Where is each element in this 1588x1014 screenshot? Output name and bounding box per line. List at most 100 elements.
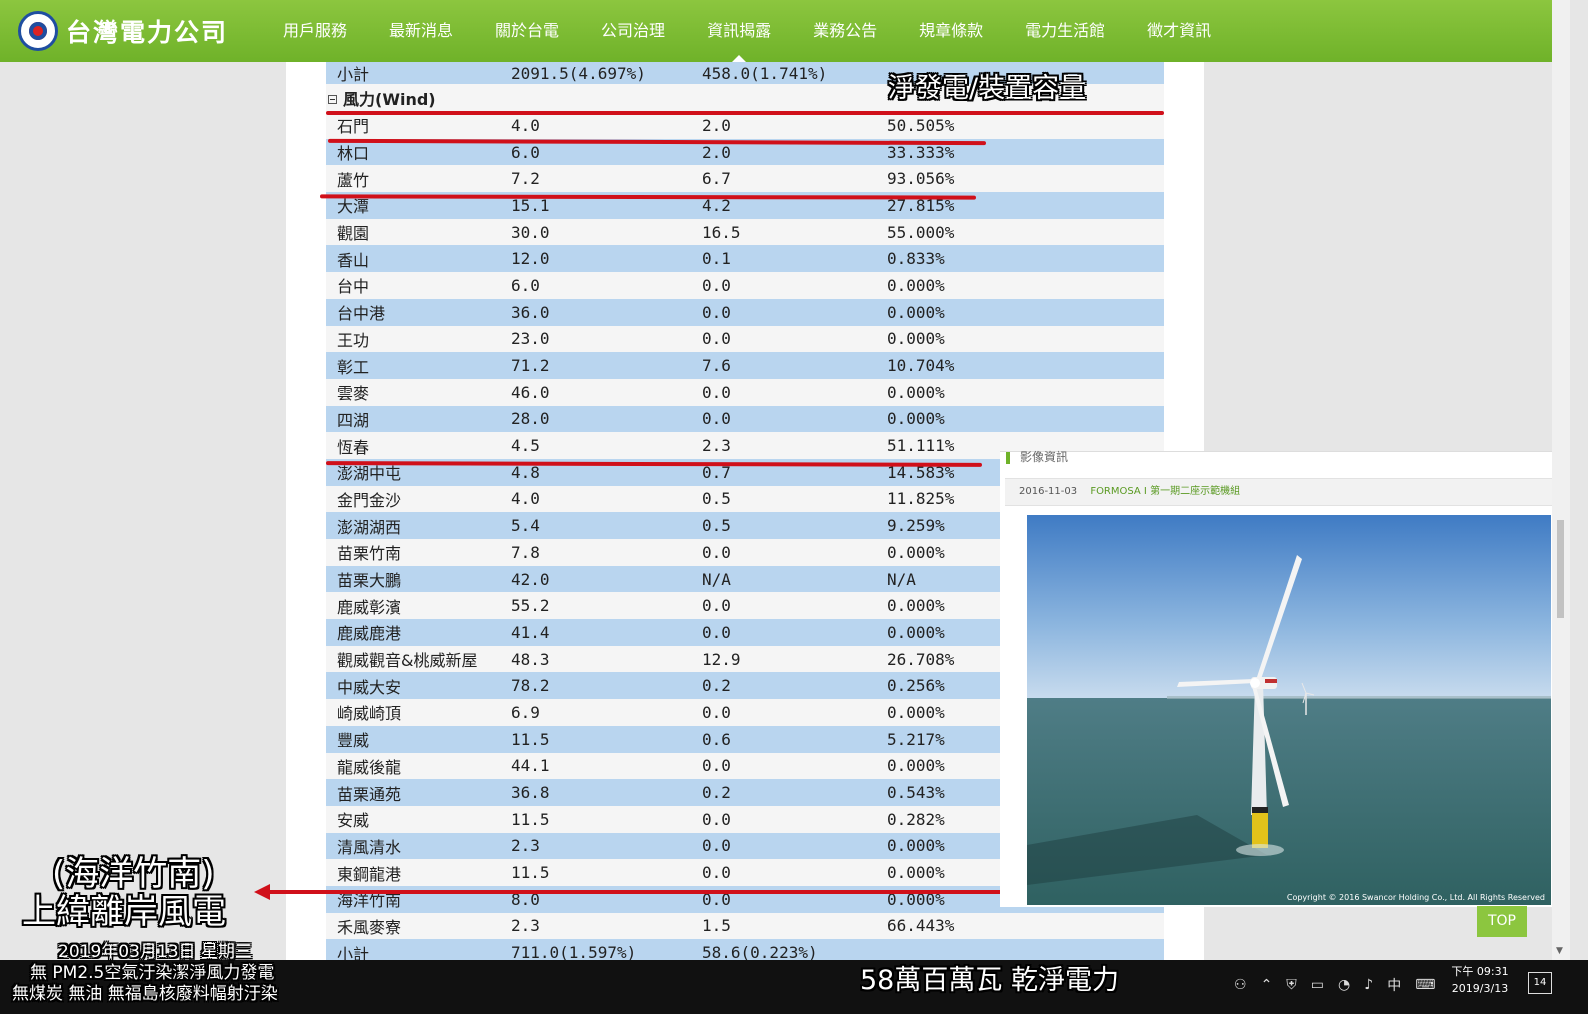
table-row: 台中港 36.0 0.0 0.000%: [326, 298, 1164, 326]
row-capacity: 7.8: [511, 542, 540, 562]
nav-life-hall[interactable]: 電力生活館: [1004, 0, 1126, 62]
row-capacity: 11.5: [511, 809, 550, 829]
row-capacity: 5.4: [511, 516, 540, 536]
notification-center-icon[interactable]: 14: [1528, 972, 1552, 994]
nav-news[interactable]: 最新消息: [368, 0, 474, 62]
table-row: 彰工 71.2 7.6 10.704%: [326, 352, 1164, 379]
system-tray: ⚇ ⌃ ⛨ ▭ ◔ ♪ 中 ⌨: [1234, 975, 1449, 995]
row-net: 7.6: [702, 356, 731, 376]
panel-caption-bar[interactable]: 2016-11-03 FORMOSA I 第一期二座示範機組: [1005, 478, 1557, 506]
clean-energy-caption-2: 無煤炭 無油 無福島核廢料幅射汙染: [12, 984, 278, 1004]
annotation-arrow-line: [262, 890, 1000, 894]
table-row: 石門 4.0 2.0 50.505%: [326, 112, 1164, 139]
show-hidden-icons-icon[interactable]: ⌃: [1261, 977, 1273, 993]
page-scrollbar[interactable]: ▼: [1552, 0, 1570, 960]
ime-indicator[interactable]: 中: [1387, 975, 1401, 995]
row-capacity: 6.0: [511, 275, 540, 295]
nav-regulations[interactable]: 規章條款: [898, 0, 1004, 62]
annotation-underline-section: [326, 111, 1164, 115]
row-name: 四湖: [337, 410, 370, 430]
row-ratio: 0.000%: [887, 382, 945, 402]
battery-icon[interactable]: ▭: [1311, 977, 1324, 993]
row-net: 0.0: [702, 302, 731, 322]
row-name: 彰工: [337, 357, 370, 377]
row-capacity: 23.0: [511, 329, 550, 349]
row-name: 台中: [337, 277, 370, 297]
image-info-panel: 影像資訊 2016-11-03 FORMOSA I 第一期二座示範機組 Copy…: [1000, 450, 1560, 907]
row-net: 0.0: [702, 329, 731, 349]
row-name: 龍威後龍: [337, 757, 402, 777]
row-net: 0.1: [702, 249, 731, 269]
row-net: 0.6: [702, 729, 731, 749]
row-net: 0.0: [702, 622, 731, 642]
people-icon[interactable]: ⚇: [1234, 977, 1247, 993]
row-capacity: 2.3: [511, 916, 540, 936]
nav-about[interactable]: 關於台電: [474, 0, 580, 62]
row-net: 0.5: [702, 516, 731, 536]
panel-date: 2016-11-03: [1019, 486, 1078, 497]
row-name: 苗栗大鵬: [337, 571, 402, 591]
keyboard-icon[interactable]: ⌨: [1415, 977, 1435, 993]
row-capacity: 30.0: [511, 222, 550, 242]
row-capacity: 36.8: [511, 783, 550, 803]
volume-icon[interactable]: ♪: [1364, 977, 1373, 993]
row-name: 豐威: [337, 731, 370, 751]
row-net: 0.5: [702, 489, 731, 509]
wind-turbine-image: [1027, 515, 1551, 905]
panel-link[interactable]: FORMOSA I 第一期二座示範機組: [1090, 486, 1240, 497]
back-to-top-button[interactable]: TOP: [1477, 906, 1527, 937]
row-ratio: 33.333%: [887, 142, 955, 162]
row-ratio: 50.505%: [887, 115, 955, 135]
logo-text: 台灣電力公司: [66, 18, 229, 47]
row-capacity: 46.0: [511, 382, 550, 402]
scrollbar-thumb[interactable]: [1557, 520, 1564, 618]
row-name: 安威: [337, 811, 370, 831]
row-ratio: 0.000%: [887, 329, 945, 349]
row-name: 王功: [337, 330, 370, 350]
table-row: 蘆竹 7.2 6.7 93.056%: [326, 165, 1164, 193]
offshore-wind-turbine-photo[interactable]: Copyright © 2016 Swancor Holding Co., Lt…: [1027, 515, 1551, 905]
table-row: 台中 6.0 0.0 0.000%: [326, 272, 1164, 299]
nav-disclosure[interactable]: 資訊揭露: [686, 0, 792, 62]
row-capacity: 7.2: [511, 169, 540, 189]
nav-careers[interactable]: 徵才資訊: [1126, 0, 1232, 62]
row-name: 雲麥: [337, 384, 370, 404]
row-capacity: 11.5: [511, 729, 550, 749]
scroll-down-arrow-icon[interactable]: ▼: [1556, 946, 1563, 956]
taipower-logo[interactable]: 台灣電力公司: [18, 11, 228, 51]
row-ratio: 0.000%: [887, 409, 945, 429]
row-capacity: 36.0: [511, 302, 550, 322]
row-net: 2.0: [702, 142, 731, 162]
row-ratio: 66.443%: [887, 916, 955, 936]
collapse-toggle-icon[interactable]: [328, 94, 337, 104]
row-capacity: 6.0: [511, 142, 540, 162]
row-net: N/A: [702, 569, 731, 589]
nav-announcements[interactable]: 業務公告: [792, 0, 898, 62]
nav-governance[interactable]: 公司治理: [580, 0, 686, 62]
row-net: 458.0(1.741%): [702, 63, 828, 83]
row-name: 崎威崎頂: [337, 704, 402, 724]
security-icon[interactable]: ⛨: [1286, 977, 1297, 993]
row-net: 12.9: [702, 649, 741, 669]
row-net: 0.0: [702, 836, 731, 856]
row-capacity: 41.4: [511, 622, 550, 642]
row-capacity: 48.3: [511, 649, 550, 669]
row-name: 觀威觀音&桃威新屋: [337, 651, 478, 671]
nav-customer-service[interactable]: 用戶服務: [262, 0, 368, 62]
taskbar-clock[interactable]: 下午 09:31 2019/3/13: [1444, 963, 1516, 997]
row-name: 中威大安: [337, 677, 402, 697]
panel-accent: [1006, 452, 1010, 464]
photo-copyright: Copyright © 2016 Swancor Holding Co., Lt…: [1286, 893, 1545, 902]
panel-title: 影像資訊: [1020, 450, 1069, 464]
row-name: 林口: [337, 144, 370, 164]
table-row: 四湖 28.0 0.0 0.000%: [326, 405, 1164, 433]
row-name: 鹿威彰濱: [337, 597, 402, 617]
row-name: 蘆竹: [337, 170, 370, 190]
row-net: 16.5: [702, 222, 741, 242]
row-net: 0.2: [702, 676, 731, 696]
row-net: 0.0: [702, 756, 731, 776]
row-net: 6.7: [702, 169, 731, 189]
row-ratio: 93.056%: [887, 169, 955, 189]
network-icon[interactable]: ◔: [1338, 977, 1350, 993]
offshore-label-line2: 上緯離岸風電: [22, 892, 226, 932]
